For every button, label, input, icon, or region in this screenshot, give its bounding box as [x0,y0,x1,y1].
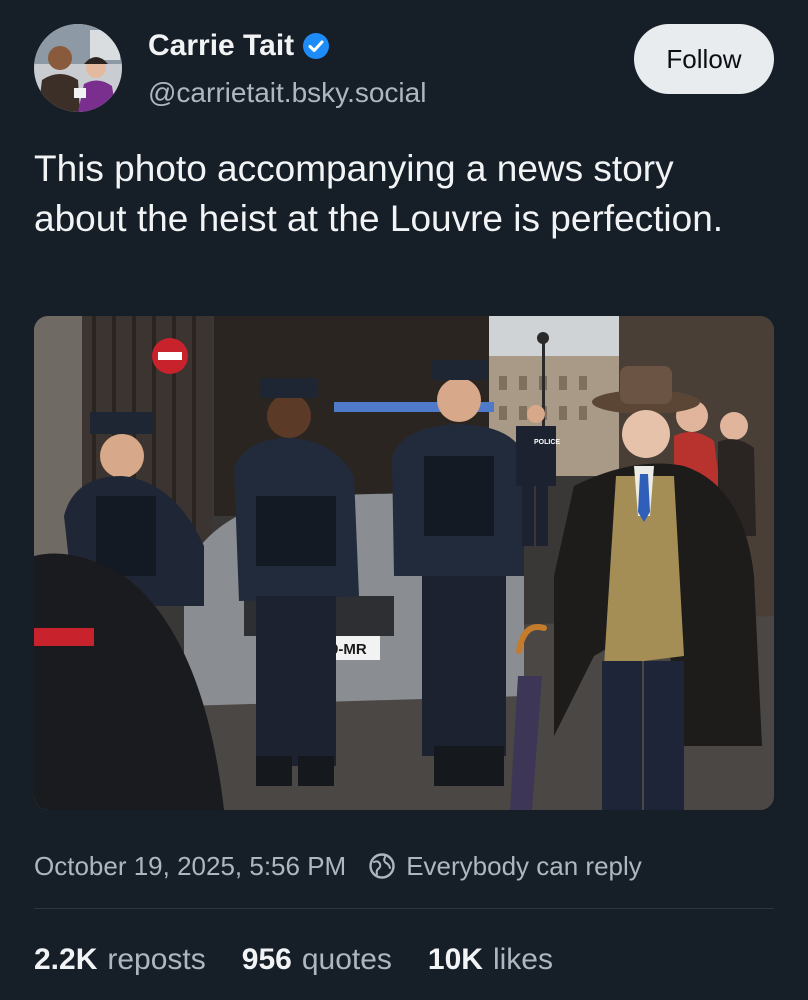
reply-setting[interactable]: Everybody can reply [406,851,642,882]
follow-button[interactable]: Follow [634,24,774,94]
reposts-count: 2.2K [34,943,98,976]
divider [34,908,774,909]
police-sign-text: POLICE [534,439,560,446]
globe-reply-icon [368,852,396,880]
post-header: Carrie Tait @carrietait.bsky.social Foll… [0,0,808,120]
reposts-label: reposts [107,943,206,976]
author-avatar[interactable] [34,24,122,112]
post-image[interactable]: 9-MR POLICE [34,316,774,810]
reposts-stat[interactable]: 2.2K reposts [34,943,206,977]
author-handle[interactable]: @carrietait.bsky.social [148,76,426,110]
photo-illustration: 9-MR POLICE [34,316,774,810]
post-text: This photo accompanying a news story abo… [34,148,724,239]
likes-label: likes [492,943,553,976]
likes-count: 10K [427,943,483,976]
post-meta: October 19, 2025, 5:56 PM Everybody can … [34,846,642,886]
quotes-stat[interactable]: 956 quotes [242,943,392,977]
quotes-label: quotes [301,943,392,976]
post-timestamp[interactable]: October 19, 2025, 5:56 PM [34,851,346,882]
quotes-count: 956 [241,943,292,976]
name-row: Carrie Tait [148,28,330,64]
author-display-name[interactable]: Carrie Tait [148,28,294,64]
likes-stat[interactable]: 10K likes [428,943,553,977]
post-stats: 2.2K reposts 956 quotes 10K likes [34,940,589,980]
verified-badge-icon [302,32,330,60]
